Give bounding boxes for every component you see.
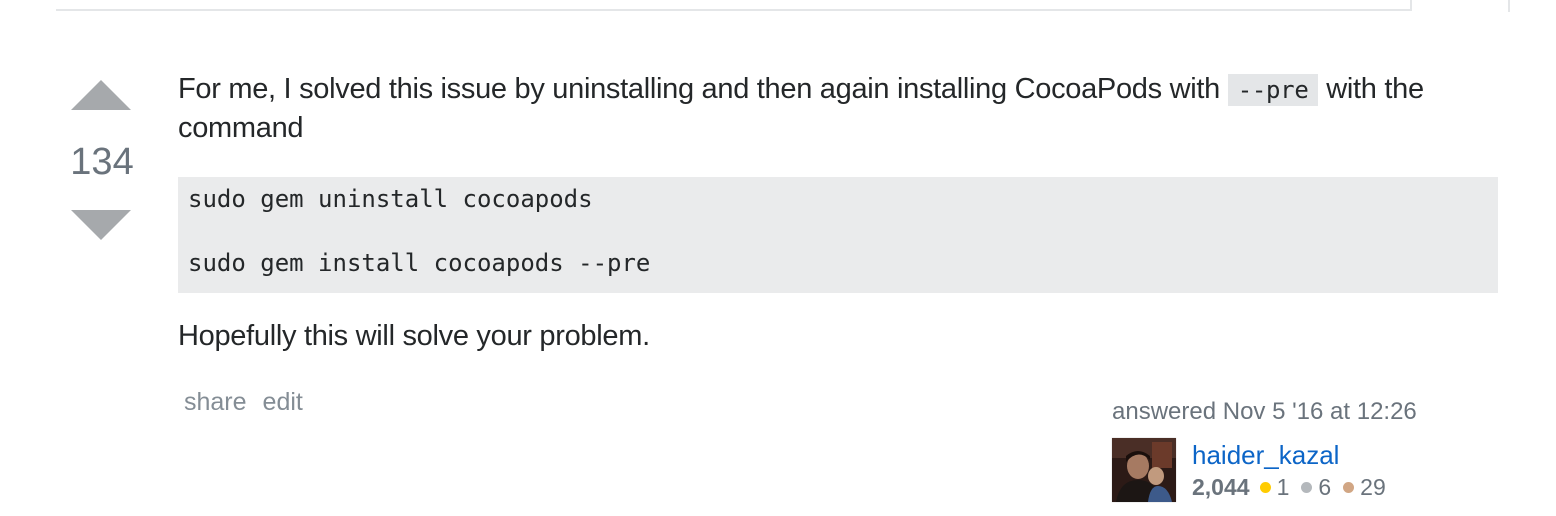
avatar[interactable] — [1112, 438, 1176, 502]
gold-badge: 1 — [1259, 474, 1290, 501]
closing-paragraph: Hopefully this will solve your problem. — [178, 320, 650, 352]
silver-badge: 6 — [1301, 474, 1331, 501]
code-block: sudo gem uninstall cocoapods sudo gem in… — [178, 177, 1498, 293]
code-line: sudo gem install cocoapods --pre — [188, 249, 651, 277]
share-link[interactable]: share — [184, 388, 247, 416]
answer-paragraph: For me, I solved this issue by uninstall… — [178, 70, 1498, 147]
gold-badge-icon — [1259, 482, 1271, 493]
silver-badge-icon — [1301, 482, 1313, 493]
answer-text-before-code: For me, I solved this issue by uninstall… — [178, 73, 1228, 105]
vote-count: 134 — [70, 141, 134, 183]
code-line: sudo gem uninstall cocoapods — [188, 185, 593, 213]
edit-link[interactable]: edit — [263, 388, 303, 416]
reputation-score: 2,044 — [1192, 474, 1250, 500]
silver-badge-count: 6 — [1318, 474, 1332, 500]
answer-body: For me, I solved this issue by uninstall… — [178, 70, 1498, 355]
bronze-badge: 29 — [1343, 474, 1386, 501]
gold-badge-count: 1 — [1276, 474, 1290, 500]
avatar-image — [1112, 438, 1176, 502]
inline-code: --pre — [1227, 74, 1319, 106]
answered-timestamp: answered Nov 5 '16 at 12:26 — [1112, 398, 1417, 425]
bronze-badge-count: 29 — [1360, 474, 1386, 500]
post-menu: share edit — [184, 388, 319, 417]
previous-post-divider — [56, 0, 1412, 11]
upvote-arrow-icon[interactable] — [71, 80, 131, 110]
user-details: haider_kazal 2,044 1 6 29 — [1192, 438, 1398, 501]
sidebar-edge-divider — [1508, 0, 1510, 12]
bronze-badge-icon — [1343, 482, 1355, 493]
downvote-arrow-icon[interactable] — [71, 210, 131, 240]
user-reputation: 2,044 1 6 29 — [1192, 474, 1398, 501]
user-signature: answered Nov 5 '16 at 12:26 haider_kazal… — [1112, 396, 1442, 502]
user-name-link[interactable]: haider_kazal — [1192, 438, 1398, 472]
